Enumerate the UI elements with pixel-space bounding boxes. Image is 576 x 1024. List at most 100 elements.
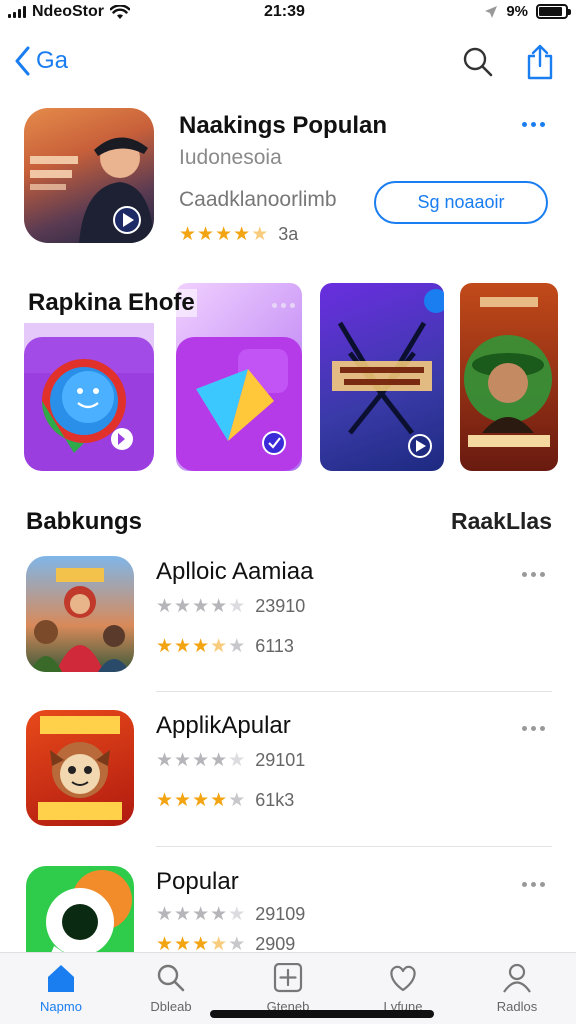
app-icon[interactable]	[26, 710, 134, 826]
rating-row: ★ ★ ★ ★ ★ 29101	[156, 750, 305, 771]
more-icon[interactable]	[272, 303, 295, 308]
search-icon	[463, 47, 493, 77]
star-icon: ★	[156, 790, 174, 811]
featured-app-icon[interactable]	[24, 108, 154, 243]
rating-count: 23910	[255, 596, 306, 616]
tab-favorites[interactable]: Lvfune	[358, 963, 448, 1014]
rating-stars: ★ ★ ★ ★ ★	[156, 637, 245, 656]
featured-developer: Caadklanoorlimb	[179, 188, 337, 211]
star-icon: ★	[156, 636, 174, 657]
star-icon: ★	[210, 636, 228, 657]
rating-stars: ★ ★ ★ ★ ★	[179, 225, 268, 244]
rating-row: ★ ★ ★ ★ ★ 6113	[156, 636, 294, 657]
tab-profile[interactable]: Radlos	[472, 963, 562, 1014]
profile-icon	[503, 963, 531, 993]
home-icon	[48, 965, 74, 992]
status-time: 21:39	[264, 3, 305, 20]
more-icon[interactable]	[522, 122, 545, 127]
app-name: Popular	[156, 868, 239, 895]
wifi-icon	[110, 4, 130, 19]
star-icon: ★	[233, 224, 251, 245]
star-icon: ★	[174, 750, 192, 771]
app-icon[interactable]	[26, 556, 134, 672]
star-icon: ★	[210, 596, 228, 617]
signal-icon	[8, 6, 26, 18]
star-icon: ★	[174, 596, 192, 617]
featured-title: Naakings Populan	[179, 112, 388, 139]
rating-row: ★ ★ ★ ★ ★ 23910	[156, 596, 305, 617]
game-poster-artwork	[332, 289, 444, 458]
star-icon: ★	[228, 596, 246, 617]
divider	[156, 846, 552, 847]
get-button[interactable]: Sg noaaoir	[374, 181, 548, 224]
featured-artwork	[30, 137, 154, 243]
star-icon: ★	[174, 790, 192, 811]
heroes-game-artwork	[30, 568, 130, 672]
star-icon: ★	[192, 904, 210, 925]
rating-count: 3a	[278, 224, 299, 244]
star-icon: ★	[210, 790, 228, 811]
chevron-left-icon	[15, 46, 30, 76]
star-icon: ★	[215, 224, 233, 245]
star-icon: ★	[174, 904, 192, 925]
see-all-link[interactable]: RaakLlas	[451, 508, 552, 535]
star-icon: ★	[251, 224, 269, 245]
tab-search[interactable]: Dbleab	[126, 963, 216, 1014]
tab-label: Radlos	[496, 999, 538, 1014]
carousel-title: Rapkina Ehofe	[26, 289, 197, 317]
star-icon: ★	[197, 224, 215, 245]
status-right: 9%	[484, 3, 571, 20]
featured-rating: ★ ★ ★ ★ ★ 3a	[179, 224, 298, 245]
rating-count: 29101	[255, 750, 306, 770]
rating-count: 6113	[255, 636, 294, 656]
star-icon: ★	[192, 750, 210, 771]
rating-row: ★ ★ ★ ★ ★ 61k3	[156, 790, 294, 811]
navigation-bar: Ga	[0, 40, 576, 88]
list-item[interactable]: ApplikApular ★ ★ ★ ★ ★ 29101 ★ ★ ★ ★ ★ 61k3	[26, 710, 552, 830]
tab-create[interactable]: Gteneb	[243, 963, 333, 1014]
more-icon[interactable]	[522, 726, 545, 731]
star-icon: ★	[228, 904, 246, 925]
star-icon: ★	[192, 596, 210, 617]
carrier-label: NdeoStor	[32, 3, 104, 20]
rating-count: 29109	[255, 904, 306, 924]
star-icon: ★	[228, 636, 246, 657]
back-button[interactable]: Ga	[14, 46, 68, 76]
star-icon: ★	[210, 904, 228, 925]
battery-level	[539, 7, 563, 16]
rankings-header: Babkungs RaakLlas	[26, 508, 552, 538]
star-icon: ★	[228, 790, 246, 811]
back-label: Ga	[36, 47, 69, 74]
featured-app[interactable]: Naakings Populan Iudonesoia Caadklanoorl…	[24, 108, 554, 248]
featured-carousel: Rapkina Ehofe	[0, 283, 576, 473]
star-icon: ★	[179, 224, 197, 245]
search-icon	[157, 964, 185, 992]
list-item[interactable]: Aplloic Aamiaa ★ ★ ★ ★ ★ 23910 ★ ★ ★ ★ ★ 6113	[26, 556, 552, 676]
divider	[156, 691, 552, 692]
cartoon-game-artwork	[38, 716, 122, 820]
rating-stars: ★ ★ ★ ★ ★	[156, 751, 245, 770]
home-indicator	[210, 1010, 434, 1018]
carousel-card[interactable]	[320, 283, 444, 471]
star-icon: ★	[174, 636, 192, 657]
search-button[interactable]	[460, 44, 496, 80]
rating-count: 61k3	[255, 790, 295, 810]
location-icon	[485, 5, 498, 18]
rating-stars: ★ ★ ★ ★ ★	[156, 905, 245, 924]
star-icon: ★	[156, 750, 174, 771]
tab-home[interactable]: Napmo	[16, 963, 106, 1014]
heart-icon	[390, 965, 416, 992]
movie-poster-artwork	[464, 297, 552, 447]
share-icon	[527, 44, 553, 80]
rating-row: ★ ★ ★ ★ ★ 29109	[156, 904, 305, 925]
more-icon[interactable]	[522, 882, 545, 887]
share-button[interactable]	[522, 44, 558, 80]
battery-icon	[536, 4, 571, 19]
carousel-card[interactable]	[460, 283, 558, 471]
star-icon: ★	[228, 750, 246, 771]
status-bar: NdeoStor 21:39 9%	[0, 0, 576, 26]
battery-percent: 9%	[506, 3, 528, 20]
tab-label: Napmo	[40, 999, 82, 1014]
star-icon: ★	[156, 596, 174, 617]
more-icon[interactable]	[522, 572, 545, 577]
